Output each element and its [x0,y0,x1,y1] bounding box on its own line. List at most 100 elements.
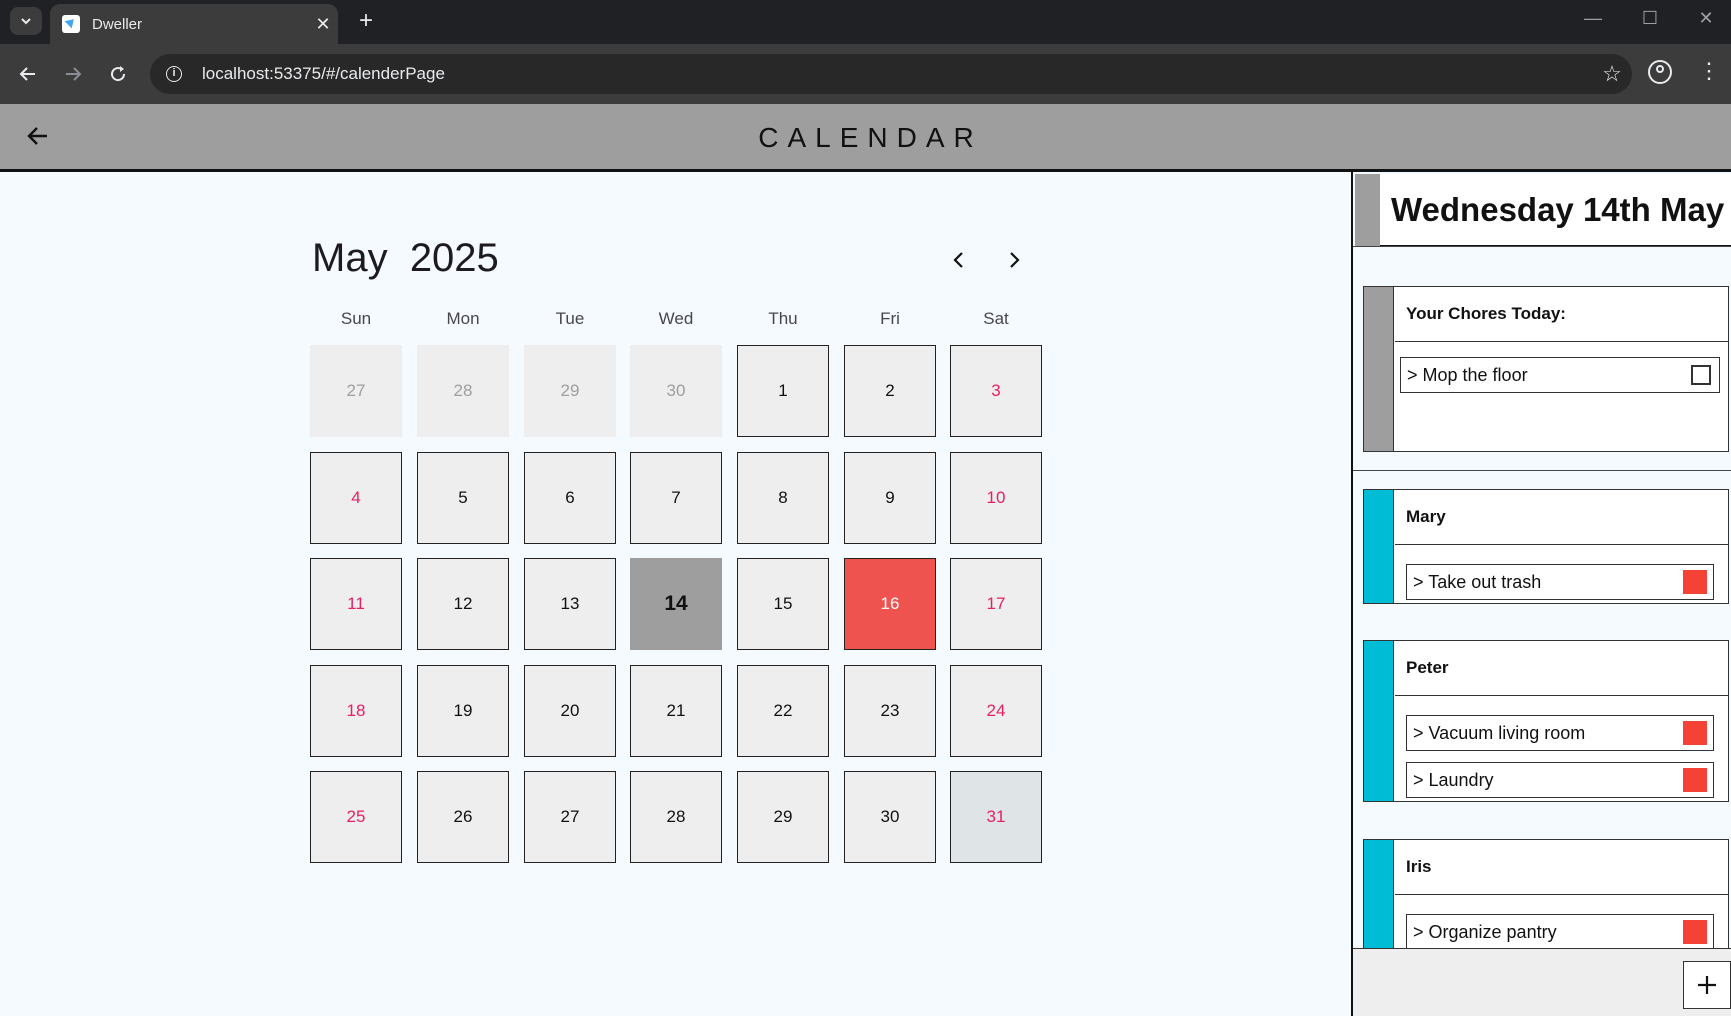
arrow-left-icon [19,67,35,81]
calendar-day-cell[interactable]: 14 [630,558,722,650]
calendar-day-cell[interactable]: 1 [737,345,829,437]
selected-date-label: Wednesday 14th May [1391,191,1725,228]
calendar-day-cell[interactable]: 22 [737,665,829,757]
add-chore-button[interactable] [1683,961,1731,1009]
browser-tabstrip: Dweller ✕ + — ☐ ✕ [0,0,1731,44]
browser-forward-button[interactable] [57,58,89,90]
weekday-label: Fri [880,309,900,328]
calendar-day-cell[interactable]: 30 [844,771,936,863]
chore-label: > Organize pantry [1413,921,1557,942]
browser-menu-button[interactable]: ⋮ [1698,58,1720,84]
calendar-day-cell[interactable]: 30 [630,345,722,437]
calendar-day-cell[interactable]: 5 [417,452,509,544]
selected-date-header: Wednesday 14th May [1355,174,1731,246]
panel-footer [1353,948,1731,1016]
site-info-button[interactable]: i [154,54,194,94]
calendar-day-cell[interactable]: 27 [310,345,402,437]
divider [1353,246,1731,247]
calendar-day-cell[interactable]: 7 [630,452,722,544]
calendar-day-cell[interactable]: 8 [737,452,829,544]
chore-checkbox[interactable] [1691,365,1711,385]
calendar-day-cell[interactable]: 21 [630,665,722,757]
next-month-button[interactable] [994,240,1034,280]
address-bar[interactable]: i localhost:53375/#/calenderPage ☆ [150,54,1632,94]
calendar-day-cell[interactable]: 3 [950,345,1042,437]
calendar-day-cell[interactable]: 12 [417,558,509,650]
new-tab-button[interactable]: + [352,8,380,36]
calendar-day-cell[interactable]: 6 [524,452,616,544]
chevron-down-icon [21,18,31,25]
calendar-day-cell[interactable]: 20 [524,665,616,757]
calendar-day-cell[interactable]: 4 [310,452,402,544]
my-chore-item[interactable]: > Mop the floor [1400,357,1720,393]
calendar-day-cell[interactable]: 29 [524,345,616,437]
chore-label: > Mop the floor [1407,364,1528,385]
date-header-stripe [1355,174,1380,246]
calendar-month: May [312,236,388,280]
flutter-favicon-icon [62,15,80,33]
my-chores-stripe [1364,287,1394,451]
calendar-day-cell[interactable]: 16 [844,558,936,650]
browser-tab[interactable]: Dweller ✕ [50,4,338,44]
calendar-day-cell[interactable]: 2 [844,345,936,437]
back-button[interactable] [20,118,56,154]
profile-icon[interactable] [1648,60,1672,84]
arrow-left-icon [27,127,47,145]
calendar-day-cell[interactable]: 28 [630,771,722,863]
app-root: CALENDAR May 2025 Sun Mon Tue Wed Thu Fri Sat … [0,104,1731,1016]
person-chore-item[interactable]: > Organize pantry [1406,914,1714,950]
chore-status-indicator [1683,920,1707,944]
calendar-day-cell[interactable]: 15 [737,558,829,650]
calendar-day-cell[interactable]: 28 [417,345,509,437]
calendar-day-cell[interactable]: 11 [310,558,402,650]
day-detail-panel: Wednesday 14th May Your Chores Today: > … [1351,172,1731,1016]
person-stripe [1364,641,1394,801]
tab-close-button[interactable]: ✕ [308,14,338,35]
calendar-day-cell[interactable]: 31 [950,771,1042,863]
my-chores-title: Your Chores Today: [1406,304,1566,323]
card-divider [1395,544,1728,545]
plus-icon [1698,976,1716,994]
calendar-day-cell[interactable]: 27 [524,771,616,863]
person-chore-item[interactable]: > Take out trash [1406,564,1714,600]
weekday-label: Tue [555,309,585,328]
bookmark-star-icon[interactable]: ☆ [1592,61,1632,87]
url-text[interactable]: localhost:53375/#/calenderPage [202,64,1592,84]
reload-icon [111,66,126,82]
weekday-label: Thu [768,309,798,328]
chevron-right-icon [1010,252,1020,268]
window-close-button[interactable]: ✕ [1686,8,1726,29]
calendar-day-cell[interactable]: 13 [524,558,616,650]
chore-label: > Vacuum living room [1413,722,1586,743]
maximize-button[interactable]: ☐ [1630,8,1670,29]
card-divider [1395,894,1728,895]
tab-title: Dweller [92,15,143,33]
calendar-day-cell[interactable]: 25 [310,771,402,863]
person-chores-card: Iris > Organize pantry [1363,839,1729,954]
reload-button[interactable] [102,58,134,90]
person-stripe [1364,840,1394,953]
chore-status-indicator [1683,570,1707,594]
calendar-day-cell[interactable]: 24 [950,665,1042,757]
calendar-day-cell[interactable]: 18 [310,665,402,757]
calendar-day-cell[interactable]: 17 [950,558,1042,650]
card-divider [1395,341,1728,342]
calendar-day-cell[interactable]: 29 [737,771,829,863]
calendar-day-cell[interactable]: 9 [844,452,936,544]
calendar-day-cell[interactable]: 10 [950,452,1042,544]
person-name: Peter [1406,658,1449,677]
previous-month-button[interactable] [939,240,979,280]
calendar-day-cell[interactable]: 19 [417,665,509,757]
calendar-day-cell[interactable]: 26 [417,771,509,863]
person-chores-card: Mary > Take out trash [1363,489,1729,604]
person-chore-item[interactable]: > Laundry [1406,762,1714,798]
tab-search-button[interactable] [10,7,42,35]
chore-status-indicator [1683,721,1707,745]
calendar-day-cell[interactable]: 23 [844,665,936,757]
chevron-left-icon [953,252,963,268]
person-chore-item[interactable]: > Vacuum living room [1406,715,1714,751]
weekday-label: Sun [340,309,372,328]
browser-back-button[interactable] [12,58,44,90]
calendar-year: 2025 [409,236,499,280]
minimize-button[interactable]: — [1573,8,1613,29]
